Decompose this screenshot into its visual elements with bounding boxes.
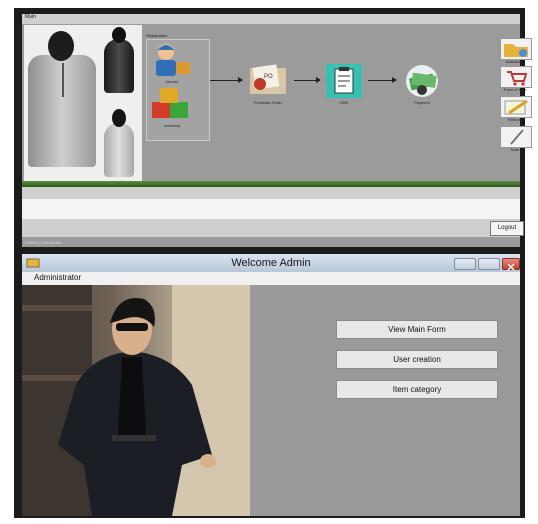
- main-window-title: Main: [25, 14, 36, 20]
- man-in-suit-image: [22, 285, 250, 516]
- model-head-small-image: [112, 27, 126, 43]
- folder-icon: [504, 44, 528, 57]
- welcome-admin-window: Welcome Admin Administrator View Main Fo…: [22, 254, 520, 516]
- purchase-order-icon: PO: [250, 64, 286, 94]
- note-button[interactable]: [500, 126, 532, 148]
- model-head-image: [48, 31, 74, 61]
- admin-man-photo: [22, 285, 250, 516]
- note-label: Note: [510, 147, 520, 152]
- inventory-node[interactable]: Inventory: [150, 88, 194, 128]
- black-shirt-image: [104, 39, 134, 93]
- menu-administrator[interactable]: Administrator: [34, 273, 81, 282]
- grn-node[interactable]: GRN: [324, 64, 364, 105]
- purchase-order-label: Purchase Order: [253, 100, 283, 105]
- timestamp-label: 7/8/2017 9:39:40 AM: [24, 240, 61, 245]
- user-creation-button[interactable]: User creation: [336, 350, 498, 369]
- inventory-label: Inventory: [163, 123, 181, 128]
- minimize-button[interactable]: [454, 258, 476, 270]
- item-category-button[interactable]: Item category: [336, 380, 498, 399]
- vendor-node[interactable]: Vendor: [150, 42, 194, 84]
- point-of-sale-label: Point of Sale: [503, 87, 527, 92]
- pencil-icon: [504, 99, 528, 115]
- point-of-sale-button[interactable]: [500, 66, 532, 88]
- close-button[interactable]: [502, 258, 520, 271]
- clipboard-icon: [326, 64, 362, 98]
- necklace-image: [62, 63, 64, 97]
- maximize-button[interactable]: [478, 258, 500, 270]
- vendor-icon: [156, 44, 190, 76]
- svg-text:PO: PO: [264, 74, 273, 80]
- registration-label: Registration: [146, 33, 168, 38]
- vendor-label: Vendor: [165, 79, 179, 84]
- content-band: [22, 199, 520, 219]
- admin-window-title: Welcome Admin: [231, 257, 311, 269]
- inventory-boxes-icon: [152, 88, 188, 118]
- model-head-small-image-2: [112, 109, 126, 127]
- returns-button[interactable]: [500, 96, 532, 118]
- note-pen-icon: [510, 129, 524, 145]
- admin-menubar: Administrator: [22, 272, 520, 285]
- payment-label: Payment: [414, 100, 430, 105]
- availability-label: Availability: [505, 59, 525, 64]
- shopping-cart-icon: [507, 71, 528, 86]
- light-shirt-image: [104, 123, 134, 177]
- workflow-arrow-1: [210, 77, 243, 83]
- payment-node[interactable]: Payment: [400, 64, 444, 105]
- main-window: Main Registration Vendor Inventory PO Pu…: [22, 14, 532, 247]
- logout-button[interactable]: Logout: [490, 221, 524, 236]
- logout-bar: [22, 219, 520, 237]
- purchase-order-node[interactable]: PO Purchase Order: [246, 64, 290, 105]
- returns-label: Returns: [507, 117, 522, 122]
- grn-label: GRN: [339, 100, 349, 105]
- workflow-arrow-2: [294, 77, 321, 83]
- money-icon: [406, 65, 438, 97]
- admin-window-titlebar: Welcome Admin: [22, 254, 520, 272]
- view-main-form-button[interactable]: View Main Form: [336, 320, 498, 339]
- status-band: [22, 187, 520, 199]
- close-icon: [507, 263, 515, 271]
- availability-button[interactable]: [500, 38, 532, 60]
- main-window-titlebar: Main: [22, 14, 520, 24]
- product-photo-collage: [24, 25, 142, 181]
- workflow-arrow-3: [368, 77, 397, 83]
